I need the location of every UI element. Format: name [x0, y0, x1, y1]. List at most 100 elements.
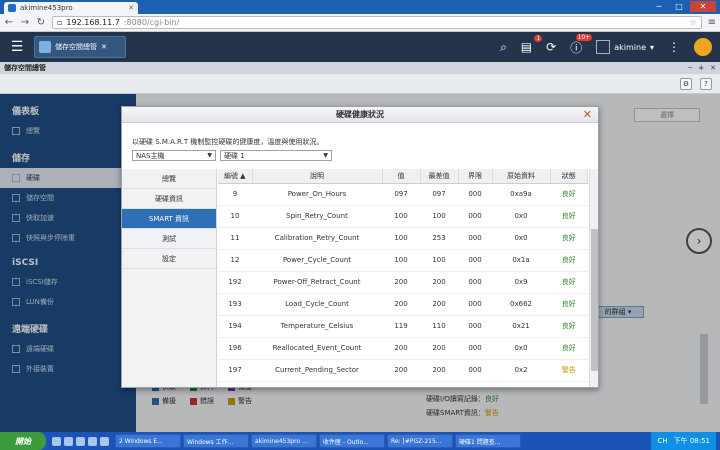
minimize-app-icon[interactable]: ─: [688, 64, 692, 72]
settings-gear-icon[interactable]: ⚙: [680, 78, 692, 90]
menu-settings[interactable]: 設定: [122, 249, 216, 269]
quick-launch-icon[interactable]: [52, 436, 61, 446]
minimize-icon[interactable]: ─: [650, 1, 668, 12]
main-menu-icon[interactable]: ☰: [0, 39, 34, 55]
maximize-icon[interactable]: □: [670, 1, 688, 12]
help-icon[interactable]: ?: [700, 78, 712, 90]
app-toolbar: ⚙ ?: [0, 74, 720, 94]
quick-launch-icon[interactable]: [100, 436, 109, 446]
table-cell-name: Temperature_Celsius: [252, 315, 382, 338]
taskbar-button[interactable]: 收件匣 - Outlo...: [319, 434, 385, 448]
background-tasks-icon[interactable]: ▤ 1: [521, 35, 543, 54]
column-header-threshold[interactable]: 界限: [458, 169, 493, 184]
browser-tab[interactable]: akimine453pro ✕: [4, 2, 138, 14]
column-header-status[interactable]: 狀態: [550, 169, 588, 184]
table-cell-thresh: 000: [458, 227, 492, 250]
disk-select[interactable]: 硬碟 1 ▼: [220, 150, 332, 161]
quick-launch-icon[interactable]: [76, 436, 85, 446]
column-header-description[interactable]: 說明: [252, 169, 383, 184]
storage-manager-icon: [39, 41, 51, 53]
user-menu[interactable]: akimine ▾: [596, 40, 654, 54]
table-row[interactable]: 194 Temperature_Celsius 119 110 000 0x21 良好: [218, 315, 588, 338]
column-header-raw[interactable]: 原始資料: [492, 169, 551, 184]
scrollbar-thumb[interactable]: [591, 229, 598, 371]
menu-smart-info[interactable]: SMART 資訊: [122, 209, 216, 229]
table-cell-id: 198: [218, 381, 252, 387]
quick-launch-icon[interactable]: [64, 436, 73, 446]
quick-launch-icon[interactable]: [88, 436, 97, 446]
close-app-icon[interactable]: ✕: [101, 43, 107, 51]
app-tab-storage-manager[interactable]: 儲存空間總管 ✕: [34, 36, 126, 58]
back-icon[interactable]: ←: [4, 17, 14, 28]
table-cell-id: 9: [218, 183, 252, 206]
avatar: [596, 40, 611, 54]
browser-menu-icon[interactable]: ≡: [708, 17, 716, 28]
table-cell-name: Load_Cycle_Count: [252, 293, 382, 316]
table-cell-worst: 100: [420, 249, 458, 272]
close-window-icon[interactable]: ✕: [690, 1, 716, 12]
table-cell-thresh: 000: [458, 183, 492, 206]
column-header-worst[interactable]: 最差值: [420, 169, 459, 184]
username: akimine: [614, 42, 646, 52]
event-alert-icon[interactable]: ⓘ 10+: [570, 33, 593, 56]
table-row[interactable]: 197 Current_Pending_Sector 200 200 000 0x2 警告: [218, 359, 588, 382]
table-cell-raw: 0x1a: [492, 249, 550, 272]
sync-icon[interactable]: ⟳: [546, 40, 556, 54]
address-bar[interactable]: ▫ 192.168.11.7:8080/cgi-bin/ ☆: [52, 16, 702, 29]
table-row[interactable]: 193 Load_Cycle_Count 200 200 000 0x662 良好: [218, 293, 588, 316]
alert-count: 10+: [575, 33, 593, 41]
close-tab-icon[interactable]: ✕: [128, 4, 134, 12]
table-row[interactable]: 192 Power-Off_Retract_Count 200 200 000 0x9 良好: [218, 271, 588, 294]
table-cell-name: Reallocated_Event_Count: [252, 337, 382, 360]
menu-overview[interactable]: 總覽: [122, 169, 216, 189]
search-icon[interactable]: ⌕: [500, 40, 507, 55]
app-window-bar: 儲存空間總管 ─ + ✕: [0, 62, 720, 74]
dashboard-icon[interactable]: [694, 38, 712, 56]
table-cell-id: 10: [218, 205, 252, 228]
reload-icon[interactable]: ↻: [36, 17, 46, 28]
table-row[interactable]: 10 Spin_Retry_Count 100 100 000 0x0 良好: [218, 205, 588, 228]
close-app-window-icon[interactable]: ✕: [710, 64, 716, 72]
taskbar-button[interactable]: Windows 工作...: [183, 434, 249, 448]
column-header-value[interactable]: 值: [382, 169, 421, 184]
table-cell-value: 100: [382, 381, 420, 387]
table-row[interactable]: 196 Reallocated_Event_Count 200 200 000 0x0 良好: [218, 337, 588, 360]
chevron-down-icon: ▼: [323, 152, 328, 159]
taskbar-button[interactable]: 硬碟1 問題查...: [455, 434, 521, 448]
table-cell-name: Spin_Retry_Count: [252, 205, 382, 228]
table-cell-thresh: 000: [458, 205, 492, 228]
window-controls: ─ □ ✕: [650, 1, 716, 12]
table-cell-value: 200: [382, 293, 420, 316]
table-cell-thresh: 000: [458, 271, 492, 294]
more-options-icon[interactable]: ⋮: [668, 40, 680, 54]
table-cell-value: 200: [382, 337, 420, 360]
page-icon: ▫: [57, 18, 63, 27]
menu-test[interactable]: 測試: [122, 229, 216, 249]
column-header-id[interactable]: 編號 ▲: [218, 169, 253, 184]
table-cell-worst: 253: [420, 227, 458, 250]
table-row[interactable]: 11 Calibration_Retry_Count 100 253 000 0x0 良好: [218, 227, 588, 250]
table-row[interactable]: 198Uncorrectable_Sector_Count1002530000x…: [218, 381, 588, 387]
table-cell-name: Current_Pending_Sector: [252, 359, 382, 382]
language-indicator[interactable]: CH: [657, 437, 667, 445]
table-cell-value: 200: [382, 271, 420, 294]
menu-disk-info[interactable]: 硬碟資訊: [122, 189, 216, 209]
forward-icon[interactable]: →: [20, 17, 30, 28]
table-cell-worst: 200: [420, 293, 458, 316]
taskbar-button[interactable]: 2 Windows E...: [115, 434, 181, 448]
taskbar-button[interactable]: akimine453pro ...: [251, 434, 317, 448]
bookmark-star-icon[interactable]: ☆: [689, 18, 696, 27]
table-scrollbar[interactable]: [589, 169, 598, 387]
dialog-title: 硬碟健康狀況: [336, 110, 384, 119]
nas-select[interactable]: NAS主機 ▼: [132, 150, 216, 161]
taskbar-button[interactable]: Re: [#PGZ-215...: [387, 434, 453, 448]
close-icon[interactable]: ✕: [583, 108, 592, 121]
table-row[interactable]: 9 Power_On_Hours 097 097 000 0xa9a 良好: [218, 183, 588, 206]
table-cell-raw: 0x0: [492, 381, 550, 387]
table-cell-name: Power-Off_Retract_Count: [252, 271, 382, 294]
table-row[interactable]: 12 Power_Cycle_Count 100 100 000 0x1a 良好: [218, 249, 588, 272]
start-button[interactable]: 開始: [0, 432, 46, 450]
table-cell-id: 193: [218, 293, 252, 316]
table-cell-value: 097: [382, 183, 420, 206]
maximize-app-icon[interactable]: +: [698, 64, 704, 72]
